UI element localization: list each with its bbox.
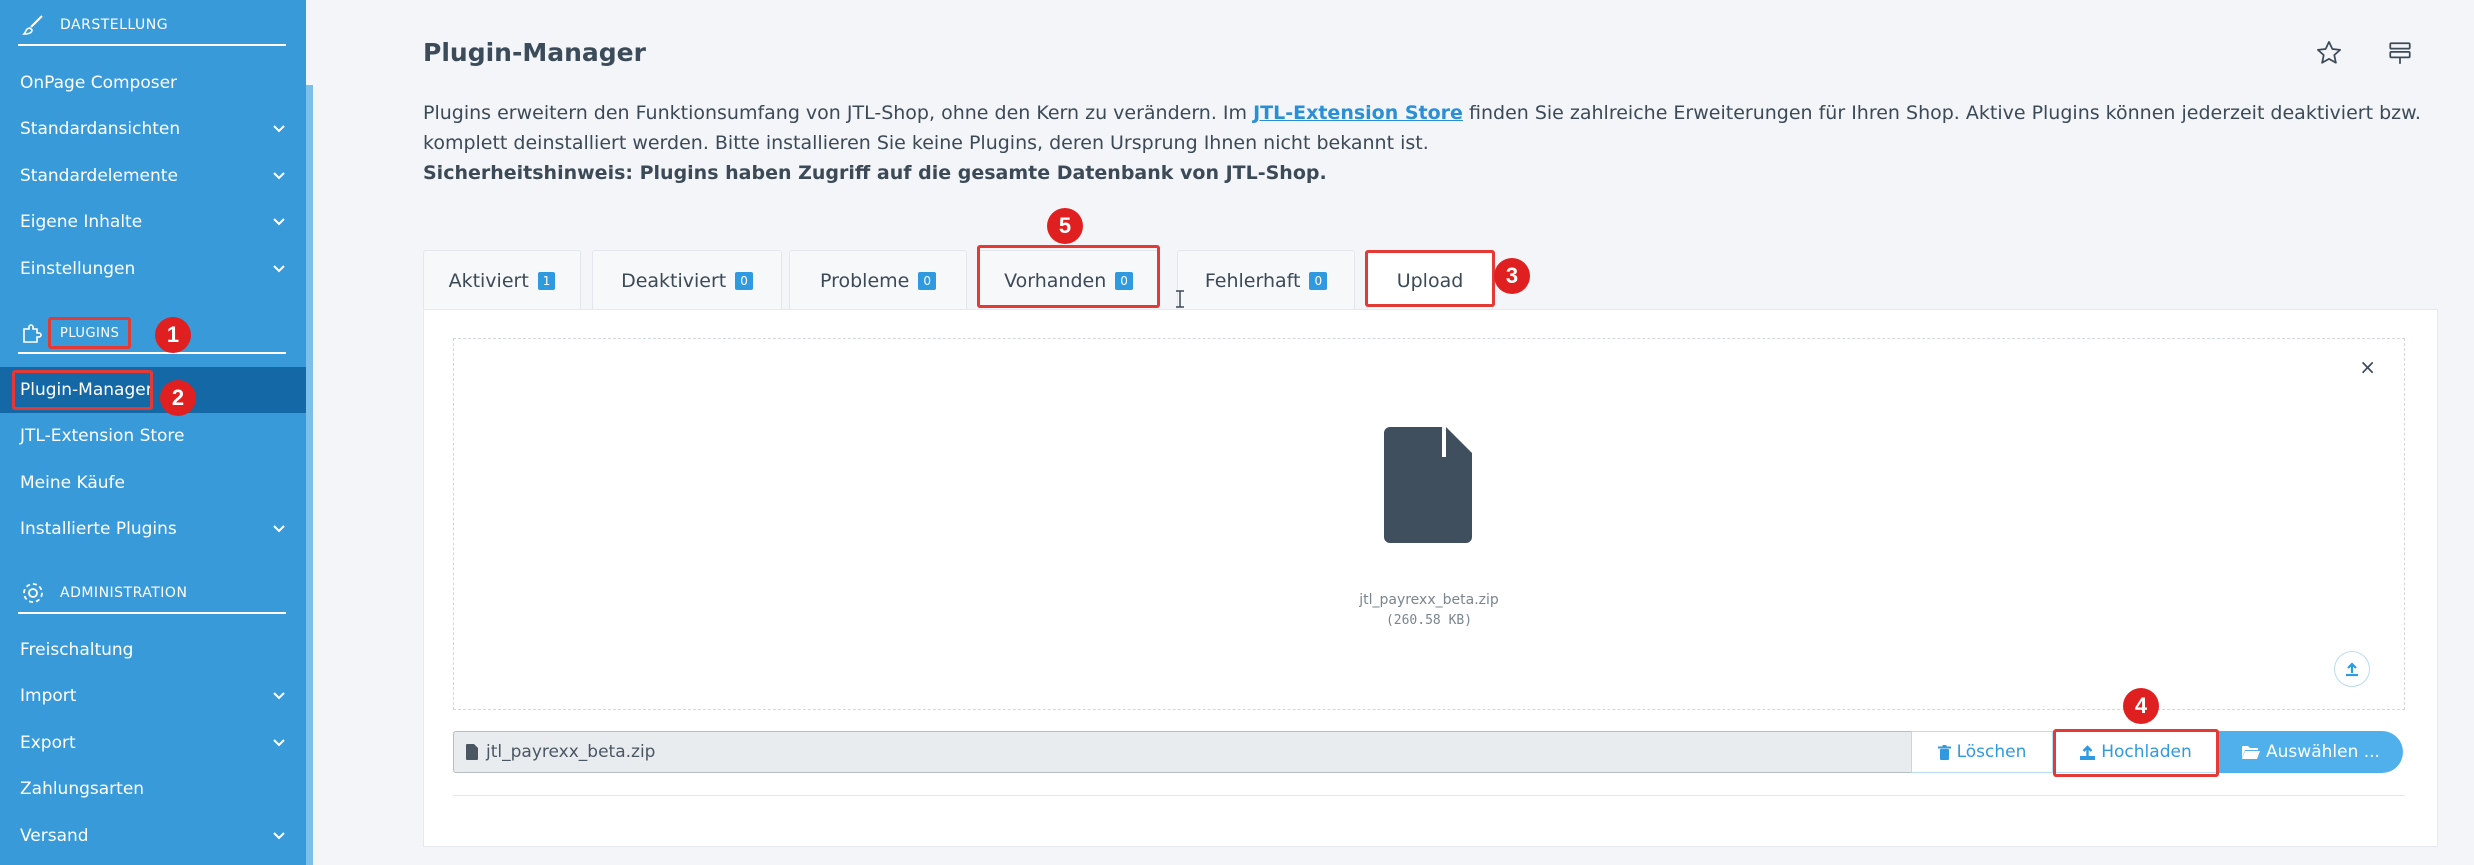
sidebar-item-label: Zahlungsarten (20, 779, 145, 799)
tab-label: Aktiviert (448, 269, 529, 292)
tab-fehlerhaft[interactable]: Fehlerhaft 0 (1177, 250, 1355, 310)
divider (453, 795, 2405, 796)
sidebar: DARSTELLUNG OnPage Composer Standardansi… (0, 0, 306, 865)
file-dropzone[interactable]: × jtl_payrexx_beta.zip (260.58 KB) (453, 338, 2405, 710)
section-label: ADMINISTRATION (60, 585, 188, 601)
text-cursor-icon (1176, 290, 1184, 308)
tab-label: Deaktiviert (621, 269, 727, 292)
tab-deaktiviert[interactable]: Deaktiviert 0 (592, 250, 782, 310)
tab-count-badge: 0 (918, 271, 936, 290)
delete-button[interactable]: Löschen (1911, 731, 2053, 773)
chevron-down-icon (272, 689, 286, 703)
select-file-button[interactable]: Auswählen ... (2219, 731, 2403, 773)
gear-icon (18, 578, 48, 608)
delete-button-label: Löschen (1956, 742, 2027, 762)
security-warning: Sicherheitshinweis: Plugins haben Zugrif… (423, 162, 1327, 184)
annotation-number: 5 (1047, 208, 1083, 244)
annotation-number: 2 (160, 380, 196, 416)
chevron-down-icon (272, 736, 286, 750)
sidebar-item-label: Freischaltung (20, 640, 134, 660)
annotation-number: 3 (1494, 258, 1530, 294)
section-darstellung: DARSTELLUNG (18, 6, 286, 46)
annotation-box-hochladen (2053, 729, 2219, 777)
sidebar-item-freischaltung[interactable]: Freischaltung (0, 627, 306, 673)
sidebar-item-meine-kaeufe[interactable]: Meine Käufe (0, 460, 306, 506)
jtl-extension-store-link[interactable]: JTL-Extension Store (1253, 102, 1463, 124)
tab-aktiviert[interactable]: Aktiviert 1 (423, 250, 581, 310)
tab-count-badge: 1 (537, 271, 556, 290)
annotation-box-vorhanden (977, 245, 1160, 308)
tab-label: Probleme (819, 269, 910, 292)
tab-count-badge: 0 (1309, 271, 1328, 290)
settings-list-icon[interactable] (2385, 38, 2415, 68)
folder-open-icon (2242, 745, 2261, 759)
file-path-value: jtl_payrexx_beta.zip (486, 742, 656, 762)
section-label: DARSTELLUNG (60, 17, 169, 33)
sidebar-item-export[interactable]: Export (0, 720, 306, 766)
sidebar-scrollbar[interactable] (306, 85, 313, 865)
select-file-button-label: Auswählen ... (2266, 742, 2380, 762)
sidebar-item-label: JTL-Extension Store (20, 426, 185, 446)
chevron-down-icon (272, 122, 286, 136)
page-title: Plugin-Manager (423, 38, 646, 67)
sidebar-item-onpage-composer[interactable]: OnPage Composer (0, 60, 306, 106)
sidebar-item-label: Versand (20, 826, 89, 846)
annotation-box-upload (1365, 250, 1495, 307)
sidebar-item-standardelemente[interactable]: Standardelemente (0, 153, 306, 199)
sidebar-item-standardansichten[interactable]: Standardansichten (0, 106, 306, 152)
paintbrush-icon (18, 10, 48, 40)
sidebar-item-label: Meine Käufe (20, 473, 125, 493)
chevron-down-icon (272, 522, 286, 536)
chevron-down-icon (272, 215, 286, 229)
sidebar-item-label: Export (20, 733, 76, 753)
sidebar-item-label: Einstellungen (20, 259, 136, 279)
sidebar-item-eigene-inhalte[interactable]: Eigene Inhalte (0, 199, 306, 245)
chevron-down-icon (272, 169, 286, 183)
puzzle-icon (18, 318, 48, 348)
annotation-box-plugin-manager (12, 370, 153, 410)
file-small-icon (466, 744, 478, 760)
sidebar-item-import[interactable]: Import (0, 673, 306, 719)
annotation-number: 4 (2123, 688, 2159, 724)
trash-icon (1937, 744, 1951, 760)
close-icon[interactable]: × (2359, 355, 2376, 379)
sidebar-item-label: Import (20, 686, 77, 706)
chevron-down-icon (272, 829, 286, 843)
annotation-box-plugins (48, 317, 131, 349)
sidebar-item-label: Standardansichten (20, 119, 181, 139)
intro-text-part: Plugins erweitern den Funktionsumfang vo… (423, 102, 1254, 124)
section-administration: ADMINISTRATION (18, 574, 286, 614)
star-icon[interactable] (2314, 38, 2344, 68)
annotation-number: 1 (155, 317, 191, 353)
sidebar-item-zahlungsarten[interactable]: Zahlungsarten (0, 766, 306, 812)
file-icon (1384, 427, 1472, 543)
sidebar-item-label: Standardelemente (20, 166, 178, 186)
tab-label: Fehlerhaft (1204, 269, 1301, 292)
sidebar-item-label: Installierte Plugins (20, 519, 177, 539)
upload-circle-icon[interactable] (2334, 651, 2370, 687)
sidebar-item-installierte-plugins[interactable]: Installierte Plugins (0, 506, 306, 552)
preview-file-name: jtl_payrexx_beta.zip (1359, 592, 1499, 608)
file-path-input[interactable]: jtl_payrexx_beta.zip (453, 731, 1913, 773)
tab-count-badge: 0 (735, 271, 753, 290)
preview-file-size: (260.58 KB) (1385, 613, 1473, 628)
chevron-down-icon (272, 262, 286, 276)
sidebar-item-einstellungen[interactable]: Einstellungen (0, 246, 306, 292)
sidebar-item-jtl-extension-store[interactable]: JTL-Extension Store (0, 413, 306, 459)
tab-probleme[interactable]: Probleme 0 (789, 250, 967, 310)
sidebar-item-label: OnPage Composer (20, 73, 178, 93)
sidebar-item-versand[interactable]: Versand (0, 813, 306, 859)
sidebar-item-label: Eigene Inhalte (20, 212, 143, 232)
intro-text: Plugins erweitern den Funktionsumfang vo… (423, 98, 2443, 188)
